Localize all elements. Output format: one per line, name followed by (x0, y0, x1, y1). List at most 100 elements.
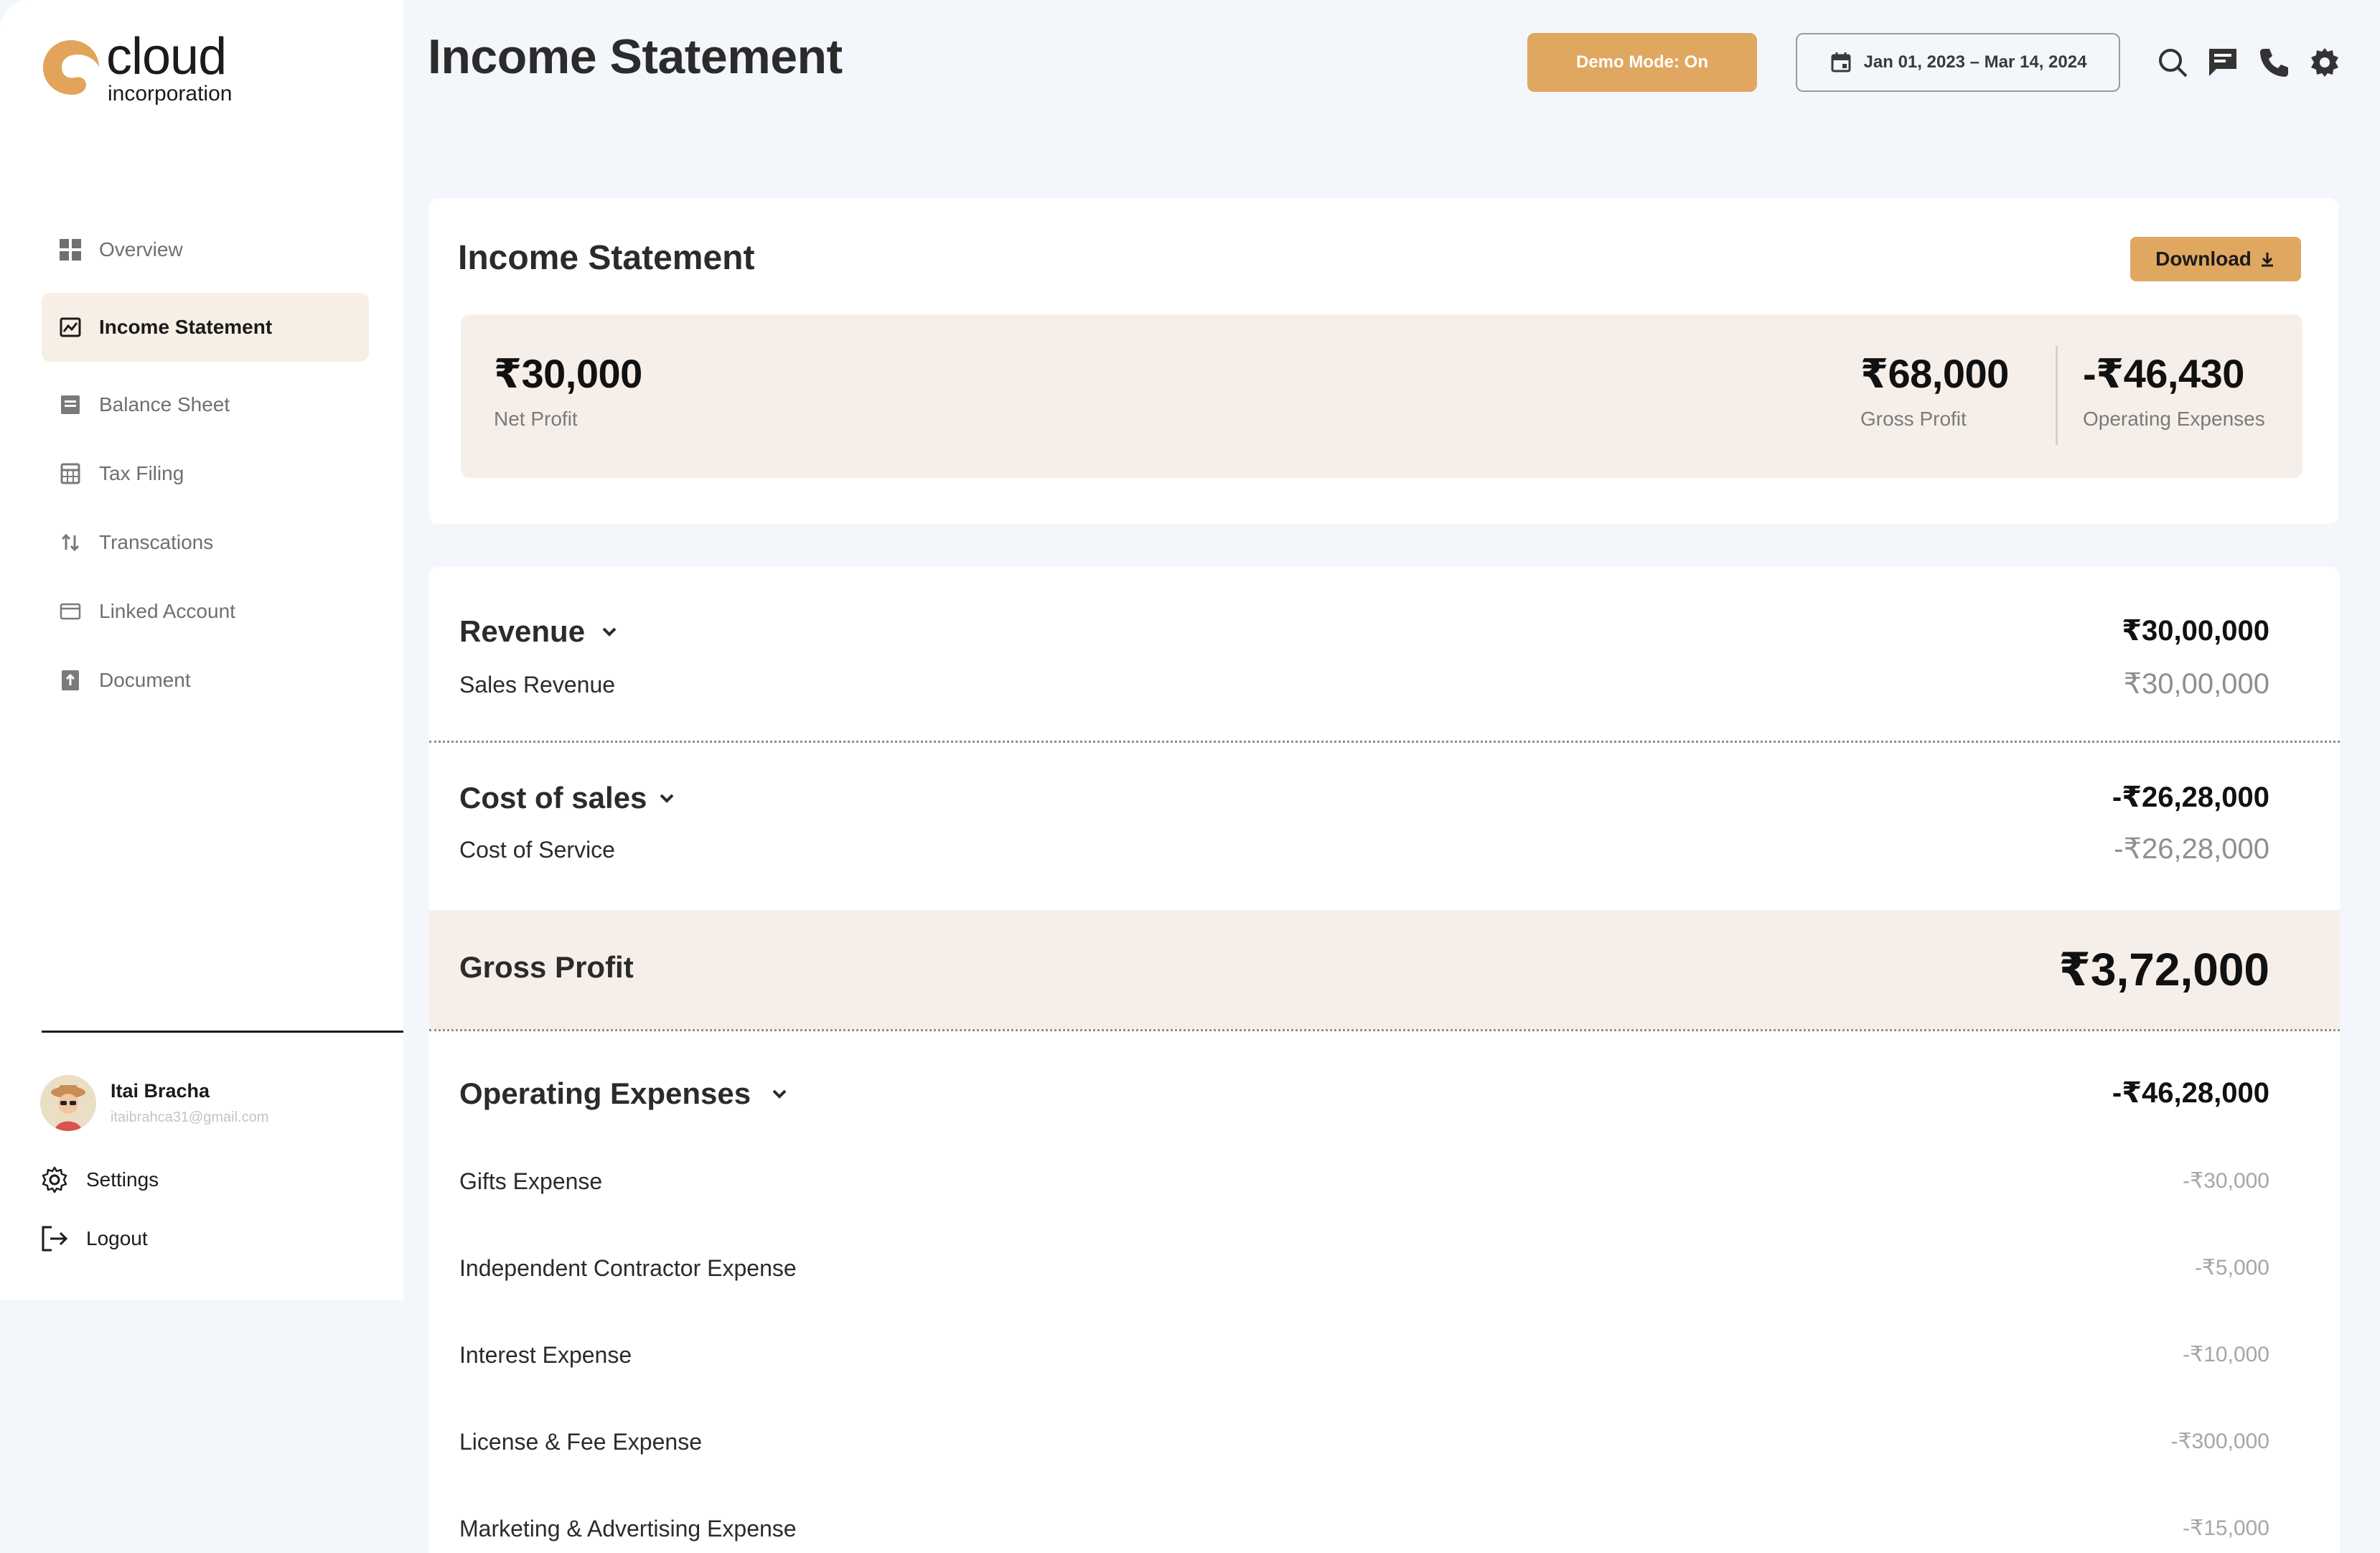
sidebar-item-label: Transcations (99, 531, 214, 553)
gross-profit-title: Gross Profit (459, 950, 634, 984)
table-row: Sales Revenue ₹30,00,000 (459, 668, 2269, 708)
line-value: -₹30,000 (2183, 1169, 2269, 1193)
cost-of-sales-title: Cost of sales (459, 781, 647, 815)
revenue-section-header[interactable]: Revenue ₹30,00,000 (459, 614, 2269, 654)
chevron-down-icon[interactable] (599, 621, 619, 642)
calculator-icon (59, 462, 82, 485)
avatar (40, 1075, 96, 1131)
document-icon (59, 669, 82, 692)
operating-expenses-value: -₹46,430 (2083, 351, 2244, 396)
gross-profit-stat: ₹68,000 Gross Profit (1860, 350, 2009, 431)
user-email: itaibrahca31@gmail.com (111, 1109, 269, 1125)
net-profit-stat: ₹30,000 Net Profit (494, 350, 642, 431)
operating-expenses-total: -₹46,28,000 (2112, 1077, 2269, 1109)
sidebar-item-label: Linked Account (99, 600, 235, 622)
sidebar-item-label: Document (99, 669, 191, 691)
gear-icon (42, 1166, 67, 1193)
brand-sub: incorporation (108, 82, 233, 105)
sidebar-item-transactions[interactable]: Transcations (42, 508, 369, 577)
table-row: Independent Contractor Expense -₹5,000 (459, 1255, 2269, 1287)
sidebar-item-label: Income Statement (99, 316, 273, 338)
card-icon (59, 600, 82, 623)
logout-label: Logout (86, 1227, 148, 1249)
sidebar-item-tax-filing[interactable]: Tax Filing (42, 439, 369, 508)
sidebar-item-linked-account[interactable]: Linked Account (42, 577, 369, 646)
line-value: -₹15,000 (2183, 1516, 2269, 1540)
calendar-icon (1831, 52, 1851, 72)
line-value: -₹26,28,000 (2114, 833, 2269, 865)
summary-divider (2056, 346, 2058, 445)
demo-mode-button[interactable]: Demo Mode: On (1527, 33, 1757, 92)
logout-link[interactable]: Logout (40, 1224, 148, 1253)
sidebar-item-balance-sheet[interactable]: Balance Sheet (42, 370, 369, 439)
line-value: -₹10,000 (2183, 1343, 2269, 1366)
brand-logo[interactable]: cloud incorporation (40, 28, 233, 105)
revenue-total: ₹30,00,000 (2122, 615, 2269, 647)
line-label: Interest Expense (459, 1342, 632, 1368)
sheet-icon (59, 393, 82, 416)
line-value: -₹5,000 (2194, 1256, 2269, 1280)
summary-strip: ₹30,000 Net Profit ₹68,000 Gross Profit … (461, 314, 2302, 478)
cost-of-sales-total: -₹26,28,000 (2112, 782, 2269, 813)
sidebar-item-label: Balance Sheet (99, 393, 230, 416)
table-row: Cost of Service -₹26,28,000 (459, 833, 2269, 873)
download-button[interactable]: Download (2130, 237, 2301, 281)
section-divider (429, 741, 2340, 743)
sidebar-item-income-statement[interactable]: Income Statement (42, 293, 369, 362)
gross-profit-amount: ₹3,72,000 (2058, 944, 2269, 995)
line-label: Sales Revenue (459, 672, 616, 698)
line-label: Marketing & Advertising Expense (459, 1516, 797, 1542)
search-icon[interactable] (2156, 46, 2189, 79)
line-label: License & Fee Expense (459, 1429, 702, 1455)
phone-icon[interactable] (2258, 46, 2291, 79)
operating-expenses-section-header[interactable]: Operating Expenses -₹46,28,000 (459, 1076, 2269, 1117)
logout-icon (42, 1226, 68, 1252)
chart-image-icon (59, 316, 82, 339)
sort-arrows-icon (59, 531, 82, 554)
card-title: Income Statement (458, 239, 755, 277)
income-summary-card: Income Statement Download ₹30,000 Net Pr… (429, 198, 2338, 524)
brand-name: cloud (106, 28, 227, 85)
line-label: Gifts Expense (459, 1168, 603, 1194)
settings-label: Settings (86, 1168, 159, 1191)
chat-icon[interactable] (2206, 46, 2239, 79)
statement-card: Revenue ₹30,00,000 Sales Revenue ₹30,00,… (429, 567, 2340, 1553)
sidebar-item-document[interactable]: Document (42, 646, 369, 715)
app-window: cloud incorporation Overview Income Stat… (0, 0, 2380, 1553)
date-range-picker[interactable]: Jan 01, 2023 – Mar 14, 2024 (1796, 33, 2120, 92)
operating-expenses-label: Operating Expenses (2083, 408, 2265, 430)
cost-of-sales-section-header[interactable]: Cost of sales -₹26,28,000 (459, 781, 2269, 821)
revenue-title: Revenue (459, 614, 586, 648)
gross-profit-label: Gross Profit (1860, 408, 1967, 430)
logo-icon (43, 40, 99, 95)
table-row: License & Fee Expense -₹300,000 (459, 1429, 2269, 1460)
line-label: Independent Contractor Expense (459, 1255, 797, 1281)
net-profit-value: ₹30,000 (494, 351, 642, 396)
line-value: -₹300,000 (2170, 1430, 2269, 1453)
sidebar-nav: Overview Income Statement Balance Sheet … (42, 215, 369, 715)
line-value: ₹30,00,000 (2123, 668, 2269, 700)
user-profile[interactable]: Itai Bracha itaibrahca31@gmail.com (40, 1075, 268, 1131)
gear-icon[interactable] (2308, 46, 2341, 79)
user-name: Itai Bracha (111, 1080, 210, 1102)
chevron-down-icon[interactable] (657, 788, 677, 808)
operating-expenses-title: Operating Expenses (459, 1076, 751, 1110)
table-row: Marketing & Advertising Expense -₹15,000 (459, 1516, 2269, 1547)
line-label: Cost of Service (459, 837, 615, 863)
sidebar: cloud incorporation Overview Income Stat… (0, 0, 403, 1300)
settings-link[interactable]: Settings (40, 1165, 159, 1194)
sidebar-item-label: Overview (99, 238, 183, 261)
gross-profit-value: ₹68,000 (1860, 351, 2009, 396)
sidebar-item-overview[interactable]: Overview (42, 215, 369, 284)
gross-profit-row: Gross Profit ₹3,72,000 (429, 910, 2340, 1029)
table-row: Gifts Expense -₹30,000 (459, 1168, 2269, 1200)
operating-expenses-stat: -₹46,430 Operating Expenses (2083, 350, 2265, 431)
chevron-down-icon[interactable] (769, 1084, 790, 1104)
grid-icon (59, 238, 82, 261)
sidebar-item-label: Tax Filing (99, 462, 184, 484)
download-icon (2261, 253, 2273, 267)
sidebar-divider (42, 1031, 403, 1033)
page-title: Income Statement (428, 29, 843, 84)
net-profit-label: Net Profit (494, 408, 578, 430)
download-label: Download (2155, 248, 2252, 270)
